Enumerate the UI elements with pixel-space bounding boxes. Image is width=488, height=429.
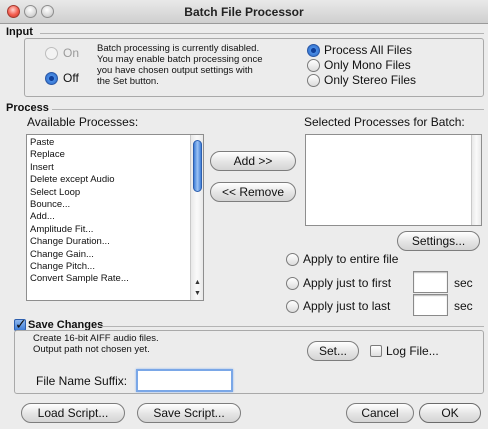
- log-file-checkbox[interactable]: [370, 345, 382, 357]
- apply-first-label: Apply just to first: [303, 276, 392, 290]
- only-mono-files-label: Only Mono Files: [324, 58, 411, 72]
- list-item[interactable]: Change Duration...: [27, 236, 189, 248]
- list-item[interactable]: Select Loop: [27, 187, 189, 199]
- file-name-suffix-label: File Name Suffix:: [36, 374, 128, 388]
- remove-process-button[interactable]: << Remove: [210, 182, 296, 202]
- title-bar: Batch File Processor: [0, 0, 488, 24]
- scroll-down-arrow-icon[interactable]: ▼: [192, 289, 203, 299]
- batch-on-radio[interactable]: [45, 47, 58, 60]
- apply-last-label: Apply just to last: [303, 299, 391, 313]
- input-separator: [40, 33, 484, 34]
- batch-off-label: Off: [63, 71, 79, 85]
- save-script-button[interactable]: Save Script...: [137, 403, 241, 423]
- list-item[interactable]: Bounce...: [27, 199, 189, 211]
- only-stereo-files-label: Only Stereo Files: [324, 73, 417, 87]
- list-item[interactable]: Change Pitch...: [27, 261, 189, 273]
- list-item[interactable]: Delete except Audio: [27, 174, 189, 186]
- process-separator: [52, 109, 484, 110]
- set-output-button[interactable]: Set...: [307, 341, 359, 361]
- apply-last-seconds-input[interactable]: [413, 294, 448, 316]
- list-item[interactable]: Insert: [27, 162, 189, 174]
- only-mono-files-radio[interactable]: [307, 59, 320, 72]
- cancel-button[interactable]: Cancel: [346, 403, 414, 423]
- only-stereo-files-radio[interactable]: [307, 74, 320, 87]
- file-name-suffix-input[interactable]: [136, 369, 233, 392]
- add-process-button[interactable]: Add >>: [210, 151, 296, 171]
- apply-last-sec-unit: sec: [454, 299, 473, 313]
- process-group-label: Process: [6, 102, 49, 114]
- batch-status-message: Batch processing is currently disabled. …: [97, 43, 263, 87]
- batch-file-processor-window: Batch File Processor Input On Off Batch …: [0, 0, 488, 429]
- selected-list-scrollbar[interactable]: [471, 135, 481, 225]
- available-processes-label: Available Processes:: [27, 115, 139, 129]
- batch-on-label: On: [63, 46, 80, 60]
- available-processes-items: Paste Replace Insert Delete except Audio Sel…: [27, 137, 189, 286]
- selected-processes-label: Selected Processes for Batch:: [304, 115, 465, 129]
- output-description: Create 16-bit AIFF audio files. Output p…: [33, 333, 159, 355]
- process-all-files-radio[interactable]: [307, 44, 320, 57]
- settings-button[interactable]: Settings...: [397, 231, 480, 251]
- available-list-scrollbar[interactable]: ▲ ▼: [190, 135, 203, 300]
- log-file-label: Log File...: [386, 344, 439, 358]
- apply-first-seconds-input[interactable]: [413, 271, 448, 293]
- scroll-up-arrow-icon[interactable]: ▲: [192, 278, 203, 288]
- ok-button[interactable]: OK: [419, 403, 481, 423]
- available-list-scroll-thumb[interactable]: [193, 140, 202, 192]
- apply-last-radio[interactable]: [286, 300, 299, 313]
- list-item[interactable]: Replace: [27, 149, 189, 161]
- list-item[interactable]: Amplitude Fit...: [27, 224, 189, 236]
- process-all-files-label: Process All Files: [324, 43, 413, 57]
- apply-first-radio[interactable]: [286, 277, 299, 290]
- load-script-button[interactable]: Load Script...: [21, 403, 125, 423]
- selected-processes-list[interactable]: [305, 134, 482, 226]
- apply-entire-file-label: Apply to entire file: [303, 252, 399, 266]
- save-separator: [100, 326, 484, 327]
- list-item[interactable]: Add...: [27, 211, 189, 223]
- list-item[interactable]: Convert Sample Rate...: [27, 273, 189, 285]
- list-item[interactable]: Paste: [27, 137, 189, 149]
- window-title: Batch File Processor: [184, 5, 304, 19]
- available-processes-list[interactable]: Paste Replace Insert Delete except Audio Sel…: [26, 134, 204, 301]
- batch-off-radio[interactable]: [45, 72, 58, 85]
- apply-entire-file-radio[interactable]: [286, 253, 299, 266]
- input-group-label: Input: [6, 26, 33, 38]
- apply-first-sec-unit: sec: [454, 276, 473, 290]
- list-item[interactable]: Change Gain...: [27, 249, 189, 261]
